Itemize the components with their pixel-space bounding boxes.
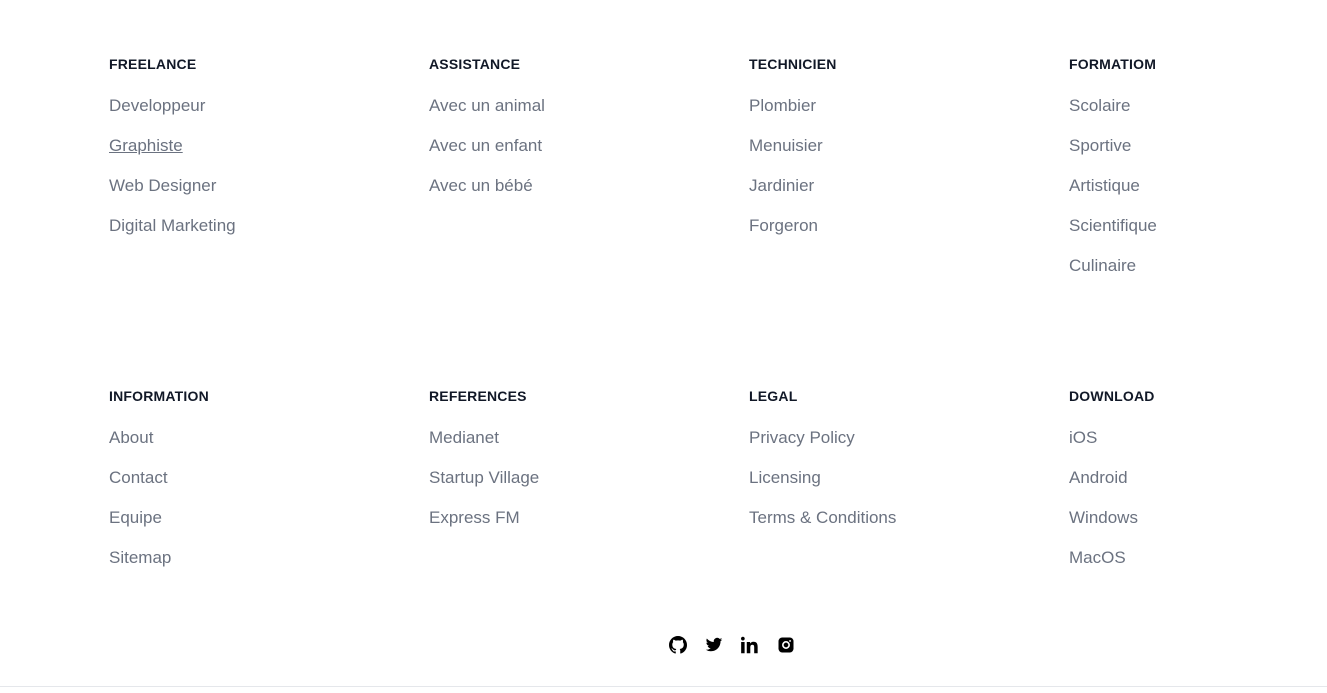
footer-link-avec-un-enfant[interactable]: Avec un enfant [429,136,542,155]
footer-links-row-2: INFORMATION About Contact Equipe Sitemap… [109,388,1239,588]
footer-link-sitemap[interactable]: Sitemap [109,548,171,567]
column-title: FORMATIOM [1069,56,1157,72]
footer-link-android[interactable]: Android [1069,468,1128,487]
footer-column-assistance: ASSISTANCE Avec un animal Avec un enfant… [429,56,749,296]
footer-link-scolaire[interactable]: Scolaire [1069,96,1130,115]
linkedin-icon[interactable] [741,636,759,654]
footer-link-graphiste[interactable]: Graphiste [109,136,183,155]
link-list: About Contact Equipe Sitemap [109,428,429,588]
social-links [669,636,795,654]
link-list: Avec un animal Avec un enfant Avec un bé… [429,96,749,216]
footer-link-developpeur[interactable]: Developpeur [109,96,205,115]
footer-link-express-fm[interactable]: Express FM [429,508,520,527]
footer-link-macos[interactable]: MacOS [1069,548,1126,567]
footer-link-licensing[interactable]: Licensing [749,468,821,487]
link-list: iOS Android Windows MacOS [1069,428,1239,588]
footer-link-artistique[interactable]: Artistique [1069,176,1140,195]
instagram-icon[interactable] [777,636,795,654]
column-title: TECHNICIEN [749,56,837,72]
footer-link-digital-marketing[interactable]: Digital Marketing [109,216,236,235]
column-title: FREELANCE [109,56,197,72]
footer-link-about[interactable]: About [109,428,153,447]
link-list: Plombier Menuisier Jardinier Forgeron [749,96,1069,256]
footer-link-sportive[interactable]: Sportive [1069,136,1131,155]
link-list: Medianet Startup Village Express FM [429,428,749,548]
twitter-icon[interactable] [705,636,723,654]
link-list: Scolaire Sportive Artistique Scientifiqu… [1069,96,1239,296]
footer-link-privacy-policy[interactable]: Privacy Policy [749,428,855,447]
footer-link-terms-conditions[interactable]: Terms & Conditions [749,508,896,527]
link-list: Privacy Policy Licensing Terms & Conditi… [749,428,1069,548]
footer-divider [0,686,1327,687]
footer-column-technicien: TECHNICIEN Plombier Menuisier Jardinier … [749,56,1069,296]
footer-link-equipe[interactable]: Equipe [109,508,162,527]
footer-link-avec-un-bebe[interactable]: Avec un bébé [429,176,533,195]
footer-link-jardinier[interactable]: Jardinier [749,176,814,195]
column-title: INFORMATION [109,388,209,404]
footer-column-references: REFERENCES Medianet Startup Village Expr… [429,388,749,588]
link-list: Developpeur Graphiste Web Designer Digit… [109,96,429,256]
footer-link-medianet[interactable]: Medianet [429,428,499,447]
footer-link-plombier[interactable]: Plombier [749,96,816,115]
column-title: REFERENCES [429,388,527,404]
column-title: DOWNLOAD [1069,388,1155,404]
footer-link-forgeron[interactable]: Forgeron [749,216,818,235]
footer-column-download: DOWNLOAD iOS Android Windows MacOS [1069,388,1239,588]
footer-links-row-1: FREELANCE Developpeur Graphiste Web Desi… [109,56,1239,296]
footer-link-windows[interactable]: Windows [1069,508,1138,527]
column-title: LEGAL [749,388,798,404]
footer-column-information: INFORMATION About Contact Equipe Sitemap [109,388,429,588]
footer-column-legal: LEGAL Privacy Policy Licensing Terms & C… [749,388,1069,588]
footer-link-scientifique[interactable]: Scientifique [1069,216,1157,235]
footer-link-startup-village[interactable]: Startup Village [429,468,539,487]
footer-link-ios[interactable]: iOS [1069,428,1097,447]
column-title: ASSISTANCE [429,56,521,72]
footer-link-contact[interactable]: Contact [109,468,168,487]
site-footer: FREELANCE Developpeur Graphiste Web Desi… [0,0,1327,693]
footer-column-formatiom: FORMATIOM Scolaire Sportive Artistique S… [1069,56,1239,296]
footer-link-web-designer[interactable]: Web Designer [109,176,216,195]
footer-column-freelance: FREELANCE Developpeur Graphiste Web Desi… [109,56,429,296]
github-icon[interactable] [669,636,687,654]
footer-link-culinaire[interactable]: Culinaire [1069,256,1136,275]
footer-link-avec-un-animal[interactable]: Avec un animal [429,96,545,115]
footer-link-menuisier[interactable]: Menuisier [749,136,823,155]
